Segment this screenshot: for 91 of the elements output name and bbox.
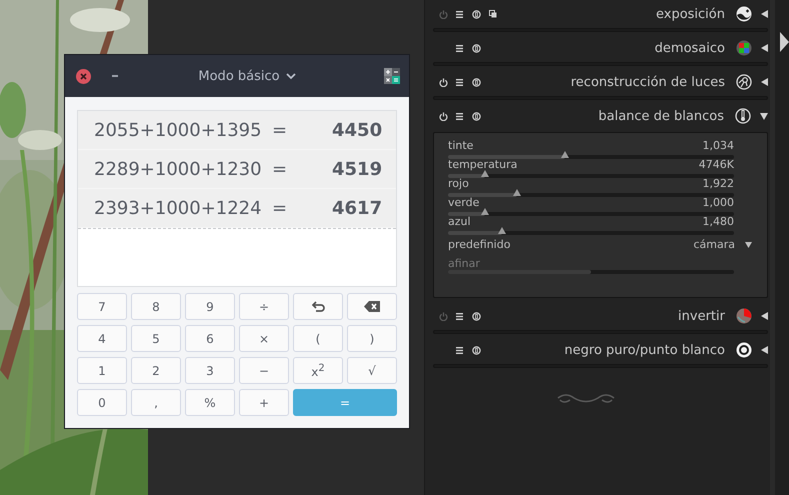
slider-value: 4746K: [698, 159, 734, 170]
menu-icon[interactable]: [456, 44, 464, 52]
expand-panel-arrow-icon[interactable]: [780, 32, 789, 52]
calculator-key[interactable]: √: [347, 357, 397, 384]
dropdown-value[interactable]: cámara: [693, 238, 735, 251]
slider-track[interactable]: [448, 189, 734, 197]
menu-icon[interactable]: [456, 78, 464, 86]
calculator-key[interactable]: 6: [185, 325, 235, 352]
calculator-key[interactable]: x$^{2}$: [293, 357, 343, 384]
invert-icon: [736, 308, 752, 324]
history-result: 4519: [332, 158, 382, 180]
slider-label: afinar: [448, 258, 480, 269]
undo-icon: [312, 301, 324, 312]
history-equals: =: [272, 158, 288, 180]
slider-label: temperatura: [448, 159, 518, 170]
copy-icon[interactable]: [488, 10, 497, 18]
calculator-key[interactable]: 9: [185, 293, 235, 320]
backspace-icon: [364, 301, 380, 312]
calculator-key[interactable]: 0: [77, 389, 127, 416]
calculator-key[interactable]: 3: [185, 357, 235, 384]
menu-icon[interactable]: [456, 112, 464, 120]
slider-track[interactable]: [448, 208, 734, 216]
calculator-key[interactable]: ): [347, 325, 397, 352]
yin-yang-icon: [736, 6, 752, 22]
dropdown-arrow-icon[interactable]: [745, 242, 752, 248]
history-row[interactable]: 2289+1000+1230 = 4519: [78, 150, 396, 189]
target-icon: [736, 342, 752, 358]
calculator-key[interactable]: 7: [77, 293, 127, 320]
module-title[interactable]: demosaico: [501, 40, 735, 56]
module-title[interactable]: exposición: [501, 6, 735, 22]
slider-track[interactable]: [448, 170, 734, 178]
slider-track[interactable]: [448, 151, 734, 159]
calculator-key[interactable]: ×: [239, 325, 289, 352]
history-expression: 2393+1000+1224: [94, 198, 263, 218]
mode-selector[interactable]: Modo básico: [110, 68, 384, 84]
slider-track[interactable]: [448, 269, 734, 274]
module-title[interactable]: balance de blancos: [501, 108, 734, 124]
slider-value: 1,034: [702, 140, 734, 151]
slider-thumb[interactable]: [512, 189, 521, 196]
thermometer-icon: [735, 108, 751, 124]
calculator-key[interactable]: ÷: [239, 293, 289, 320]
history-equals: =: [272, 120, 288, 140]
slider-thumb[interactable]: [481, 208, 490, 215]
slider-thumb[interactable]: [498, 227, 506, 234]
slider-track[interactable]: [448, 227, 734, 235]
history-expression: 2055+1000+1395: [94, 120, 263, 140]
history-row[interactable]: 2055+1000+1395 = 4450: [78, 111, 396, 150]
menu-icon[interactable]: [456, 312, 464, 320]
menu-icon[interactable]: [456, 10, 464, 18]
calculator-icon: [384, 68, 400, 84]
history-result: 4450: [332, 120, 382, 140]
slider-thumb[interactable]: [481, 170, 490, 177]
module-title[interactable]: invertir: [501, 308, 735, 324]
slider-thumb[interactable]: [561, 151, 570, 158]
history-row[interactable]: 2393+1000+1224 = 4617: [78, 189, 396, 228]
menu-icon[interactable]: [456, 346, 464, 354]
calculator-key[interactable]: ,: [131, 389, 181, 416]
expand-arrow-icon[interactable]: [761, 78, 768, 86]
module-title[interactable]: negro puro/punto blanco: [501, 342, 735, 358]
dropdown-label: predefinido: [448, 238, 510, 251]
slider-label: rojo: [448, 178, 469, 189]
close-button[interactable]: [76, 68, 91, 84]
history-equals: =: [272, 198, 288, 218]
expand-arrow-icon[interactable]: [761, 10, 768, 18]
calculator-key[interactable]: %: [185, 389, 235, 416]
history-result: 4617: [332, 198, 382, 218]
calculator-key[interactable]: 5: [131, 325, 181, 352]
module-title[interactable]: reconstrucción de luces: [501, 74, 735, 90]
slider-value: 1,000: [702, 197, 734, 208]
calculator-key[interactable]: 8: [131, 293, 181, 320]
backspace-key[interactable]: [347, 293, 397, 320]
chevron-down-icon: [286, 72, 296, 80]
slider-label: tinte: [448, 140, 474, 151]
slider-label: azul: [448, 216, 471, 227]
expand-arrow-icon[interactable]: [761, 346, 768, 354]
calculator-key[interactable]: +: [239, 389, 289, 416]
calculator-key[interactable]: 2: [131, 357, 181, 384]
expand-arrow-icon[interactable]: [761, 44, 768, 52]
calculator-key[interactable]: (: [293, 325, 343, 352]
calculator-key[interactable]: 1: [77, 357, 127, 384]
history-expression: 2289+1000+1230: [94, 158, 263, 180]
collapse-arrow-icon[interactable]: [760, 112, 768, 120]
expand-arrow-icon[interactable]: [761, 312, 768, 320]
calculator-key[interactable]: 4: [77, 325, 127, 352]
undo-key[interactable]: [293, 293, 343, 320]
slider-value: 1,480: [702, 216, 734, 227]
slider-value: 1,922: [702, 178, 734, 189]
slider-label: verde: [448, 197, 480, 208]
close-icon: [80, 72, 87, 80]
calculator-key[interactable]: −: [239, 357, 289, 384]
color-grid-icon: [736, 40, 752, 56]
